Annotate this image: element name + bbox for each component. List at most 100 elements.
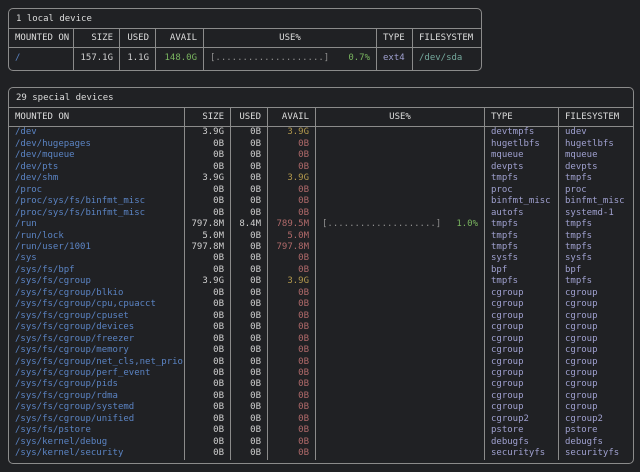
cell-use-percent [316,265,485,276]
cell-filesystem: systemd-1 [559,208,633,219]
cell-filesystem: tmpfs [559,276,633,287]
cell-avail: 0B [268,185,316,196]
cell-type: mqueue [485,150,559,161]
usage-percent: 1.0% [456,219,478,230]
column-header-mountedon: MOUNTED ON [9,29,74,48]
cell-filesystem: tmpfs [559,219,633,230]
cell-use-percent [316,242,485,253]
special-devices-table-body: /dev3.9G0B3.9Gdevtmpfsudev/dev/hugepages… [9,127,633,462]
cell-use-percent [316,139,485,150]
cell-used: 0B [231,379,268,390]
cell-use-percent [316,253,485,264]
cell-use-percent [316,322,485,333]
cell-used: 8.4M [231,219,268,230]
cell-mounted-on: /sys/fs/cgroup/net_cls,net_prio [9,357,185,368]
cell-filesystem: mqueue [559,150,633,161]
cell-filesystem: cgroup [559,402,633,413]
cell-avail: 0B [268,208,316,219]
column-header-type: TYPE [377,29,413,48]
cell-used: 0B [231,368,268,379]
cell-used: 0B [231,127,268,138]
cell-type: autofs [485,208,559,219]
cell-avail: 0B [268,425,316,436]
cell-mounted-on: /sys/fs/cgroup/cpuset [9,311,185,322]
cell-type: cgroup [485,334,559,345]
fs-row: /sys/fs/cgroup/net_cls,net_prio0B0B0Bcgr… [9,357,633,368]
cell-type: binfmt_misc [485,196,559,207]
cell-filesystem: tmpfs [559,173,633,184]
cell-mounted-on: /sys/fs/bpf [9,265,185,276]
cell-use-percent [316,231,485,242]
cell-size: 0B [185,299,231,310]
cell-mounted-on: /sys/fs/cgroup/memory [9,345,185,356]
cell-avail: 0B [268,288,316,299]
cell-size: 0B [185,402,231,413]
fs-row: /proc0B0B0Bprocproc [9,185,633,196]
cell-type: cgroup [485,299,559,310]
cell-avail: 0B [268,448,316,459]
cell-use-percent [316,196,485,207]
cell-filesystem: cgroup [559,334,633,345]
cell-filesystem: bpf [559,265,633,276]
column-header-use: USE% [204,29,377,48]
cell-size: 0B [185,379,231,390]
fs-row: /run/lock5.0M0B5.0Mtmpfstmpfs [9,231,633,242]
cell-use-percent [316,299,485,310]
column-header-avail: AVAIL [268,108,316,127]
local-devices-table-title: 1 local device [9,9,481,29]
cell-use-percent [316,162,485,173]
cell-filesystem: /dev/sda [413,48,481,70]
cell-avail: 0B [268,299,316,310]
cell-use-percent [316,208,485,219]
cell-used: 0B [231,242,268,253]
cell-use-percent [316,173,485,184]
cell-size: 3.9G [185,127,231,138]
cell-size: 797.8M [185,242,231,253]
cell-type: cgroup [485,402,559,413]
fs-row: /sys/fs/pstore0B0B0Bpstorepstore [9,425,633,436]
cell-type: cgroup [485,379,559,390]
cell-type: proc [485,185,559,196]
cell-avail: 797.8M [268,242,316,253]
cell-used: 0B [231,253,268,264]
cell-used: 0B [231,288,268,299]
fs-row: /sys/fs/cgroup/rdma0B0B0Bcgroupcgroup [9,391,633,402]
cell-avail: 0B [268,253,316,264]
cell-size: 0B [185,322,231,333]
cell-used: 0B [231,139,268,150]
cell-used: 0B [231,150,268,161]
column-header-used: USED [231,108,268,127]
cell-avail: 0B [268,265,316,276]
local-devices-table-body: /157.1G1.1G148.0G[....................]0… [9,48,481,70]
cell-use-percent [316,288,485,299]
cell-type: hugetlbfs [485,139,559,150]
cell-filesystem: pstore [559,425,633,436]
cell-type: cgroup [485,357,559,368]
cell-size: 3.9G [185,276,231,287]
cell-avail: 0B [268,150,316,161]
cell-use-percent [316,357,485,368]
cell-mounted-on: /sys/fs/cgroup/rdma [9,391,185,402]
cell-avail: 0B [268,357,316,368]
cell-size: 0B [185,357,231,368]
cell-type: tmpfs [485,173,559,184]
usage-bar: [....................] [210,53,329,64]
cell-size: 5.0M [185,231,231,242]
cell-mounted-on: /dev/hugepages [9,139,185,150]
cell-mounted-on: /sys/kernel/debug [9,437,185,448]
cell-mounted-on: /dev/mqueue [9,150,185,161]
cell-filesystem: cgroup [559,322,633,333]
column-header-avail: AVAIL [156,29,204,48]
cell-used: 0B [231,231,268,242]
cell-size: 0B [185,448,231,459]
cell-use-percent [316,185,485,196]
cell-size: 0B [185,208,231,219]
cell-use-percent [316,448,485,459]
cell-used: 0B [231,322,268,333]
cell-use-percent [316,311,485,322]
column-header-size: SIZE [185,108,231,127]
cell-use-percent [316,437,485,448]
cell-mounted-on: /sys/fs/cgroup/devices [9,322,185,333]
cell-avail: 0B [268,162,316,173]
cell-used: 0B [231,299,268,310]
